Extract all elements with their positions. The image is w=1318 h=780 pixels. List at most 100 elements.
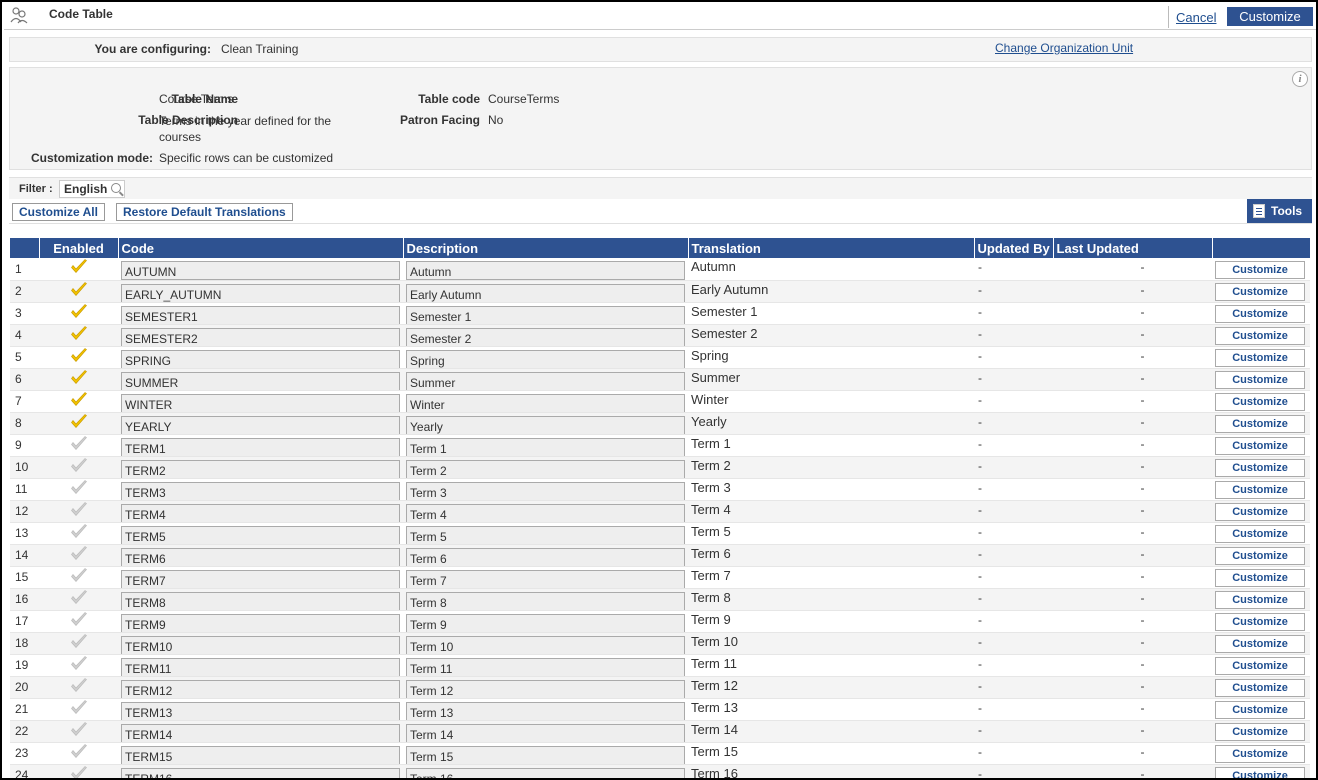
row-code-field: TERM3 xyxy=(121,481,400,499)
row-customize-button[interactable]: Customize xyxy=(1215,437,1305,455)
row-translation: Term 13 xyxy=(688,698,974,721)
row-enabled-toggle[interactable] xyxy=(39,302,118,325)
row-enabled-toggle[interactable] xyxy=(39,610,118,633)
row-customize-button[interactable]: Customize xyxy=(1215,305,1305,323)
row-code-field: TERM5 xyxy=(121,525,400,543)
row-customize-button[interactable]: Customize xyxy=(1215,327,1305,345)
row-customize-button[interactable]: Customize xyxy=(1215,701,1305,719)
row-enabled-toggle[interactable] xyxy=(39,720,118,743)
row-last-updated: - xyxy=(1053,522,1212,545)
row-enabled-toggle[interactable] xyxy=(39,324,118,347)
row-enabled-toggle[interactable] xyxy=(39,280,118,303)
row-enabled-toggle[interactable] xyxy=(39,544,118,567)
table-row: 5 SPRING Spring Spring - - Customize xyxy=(10,346,1310,369)
row-description-field: Term 10 xyxy=(406,635,685,653)
row-customize-button[interactable]: Customize xyxy=(1215,481,1305,499)
row-description-field: Spring xyxy=(406,349,685,367)
row-description-field: Term 6 xyxy=(406,547,685,565)
row-last-updated: - xyxy=(1053,588,1212,611)
row-code-field: TERM2 xyxy=(121,459,400,477)
customization-mode-value: Specific rows can be customized xyxy=(159,151,334,165)
table-row: 13 TERM5 Term 5 Term 5- - Customize xyxy=(10,522,1310,545)
row-customize-button[interactable]: Customize xyxy=(1215,547,1305,565)
row-last-updated: - xyxy=(1053,610,1212,633)
row-updated-by: - xyxy=(974,434,1053,457)
row-customize-button[interactable]: Customize xyxy=(1215,415,1305,433)
row-enabled-toggle[interactable] xyxy=(39,434,118,457)
column-header-last-updated[interactable]: Last Updated xyxy=(1053,238,1213,258)
row-enabled-toggle[interactable] xyxy=(39,654,118,677)
row-customize-button[interactable]: Customize xyxy=(1215,371,1305,389)
row-translation: Term 6 xyxy=(688,544,974,567)
row-customize-button[interactable]: Customize xyxy=(1215,349,1305,367)
row-enabled-toggle[interactable] xyxy=(39,478,118,501)
row-customize-button[interactable]: Customize xyxy=(1215,635,1305,653)
row-customize-button[interactable]: Customize xyxy=(1215,459,1305,477)
row-customize-button[interactable]: Customize xyxy=(1215,503,1305,521)
row-customize-button[interactable]: Customize xyxy=(1215,569,1305,587)
row-enabled-toggle[interactable] xyxy=(39,368,118,391)
row-enabled-toggle[interactable] xyxy=(39,742,118,765)
row-enabled-toggle[interactable] xyxy=(39,258,118,281)
row-updated-by: - xyxy=(974,632,1053,655)
header-divider xyxy=(1168,6,1169,28)
checkmark-disabled-icon xyxy=(70,457,88,474)
row-customize-button[interactable]: Customize xyxy=(1215,723,1305,741)
row-enabled-toggle[interactable] xyxy=(39,588,118,611)
row-enabled-toggle[interactable] xyxy=(39,412,118,435)
restore-default-translations-button[interactable]: Restore Default Translations xyxy=(116,203,293,221)
row-customize-button[interactable]: Customize xyxy=(1215,525,1305,543)
row-description-field: Term 16 xyxy=(406,767,685,778)
column-header-updated-by[interactable]: Updated By xyxy=(974,238,1054,258)
row-description-field: Term 4 xyxy=(406,503,685,521)
row-customize-button[interactable]: Customize xyxy=(1215,260,1305,279)
column-header-code[interactable]: Code xyxy=(118,238,404,258)
row-customize-button[interactable]: Customize xyxy=(1215,679,1305,697)
language-filter-select[interactable]: English xyxy=(59,180,125,198)
row-enabled-toggle[interactable] xyxy=(39,698,118,721)
row-translation: Early Autumn xyxy=(688,280,974,303)
row-enabled-toggle[interactable] xyxy=(39,676,118,699)
change-organization-unit-link[interactable]: Change Organization Unit xyxy=(995,41,1133,55)
row-enabled-toggle[interactable] xyxy=(39,522,118,545)
row-enabled-toggle[interactable] xyxy=(39,390,118,413)
checkmark-disabled-icon xyxy=(70,765,88,778)
row-enabled-toggle[interactable] xyxy=(39,632,118,655)
row-code-field: TERM15 xyxy=(121,745,400,763)
row-customize-button[interactable]: Customize xyxy=(1215,393,1305,411)
row-updated-by: - xyxy=(974,522,1053,545)
row-customize-button[interactable]: Customize xyxy=(1215,613,1305,631)
row-translation: Term 7 xyxy=(688,566,974,589)
info-icon[interactable]: i xyxy=(1292,71,1308,87)
row-last-updated: - xyxy=(1053,478,1212,501)
cancel-link[interactable]: Cancel xyxy=(1176,10,1216,25)
row-translation: Term 2 xyxy=(688,456,974,479)
row-updated-by: - xyxy=(974,720,1053,743)
row-enabled-toggle[interactable] xyxy=(39,566,118,589)
row-enabled-toggle[interactable] xyxy=(39,764,118,778)
page-title: Code Table xyxy=(49,7,113,21)
row-customize-button[interactable]: Customize xyxy=(1215,283,1305,301)
row-last-updated: - xyxy=(1053,346,1212,369)
column-header-description[interactable]: Description xyxy=(403,238,689,258)
customize-button[interactable]: Customize xyxy=(1227,7,1313,26)
row-customize-button[interactable]: Customize xyxy=(1215,591,1305,609)
row-customize-button[interactable]: Customize xyxy=(1215,745,1305,763)
row-customize-button[interactable]: Customize xyxy=(1215,767,1305,778)
row-enabled-toggle[interactable] xyxy=(39,346,118,369)
column-header-enabled[interactable]: Enabled xyxy=(39,238,119,258)
row-updated-by: - xyxy=(974,588,1053,611)
row-customize-button[interactable]: Customize xyxy=(1215,657,1305,675)
row-translation: Term 3 xyxy=(688,478,974,501)
row-code-field: TERM12 xyxy=(121,679,400,697)
customize-all-button[interactable]: Customize All xyxy=(12,203,105,221)
row-enabled-toggle[interactable] xyxy=(39,500,118,523)
column-header-translation[interactable]: Translation xyxy=(688,238,975,258)
row-enabled-toggle[interactable] xyxy=(39,456,118,479)
tools-button[interactable]: Tools xyxy=(1247,199,1312,223)
row-updated-by: - xyxy=(974,698,1053,721)
row-translation: Autumn xyxy=(688,258,974,281)
row-description-field: Term 15 xyxy=(406,745,685,763)
row-code-field: SPRING xyxy=(121,349,400,367)
row-code-field: TERM9 xyxy=(121,613,400,631)
